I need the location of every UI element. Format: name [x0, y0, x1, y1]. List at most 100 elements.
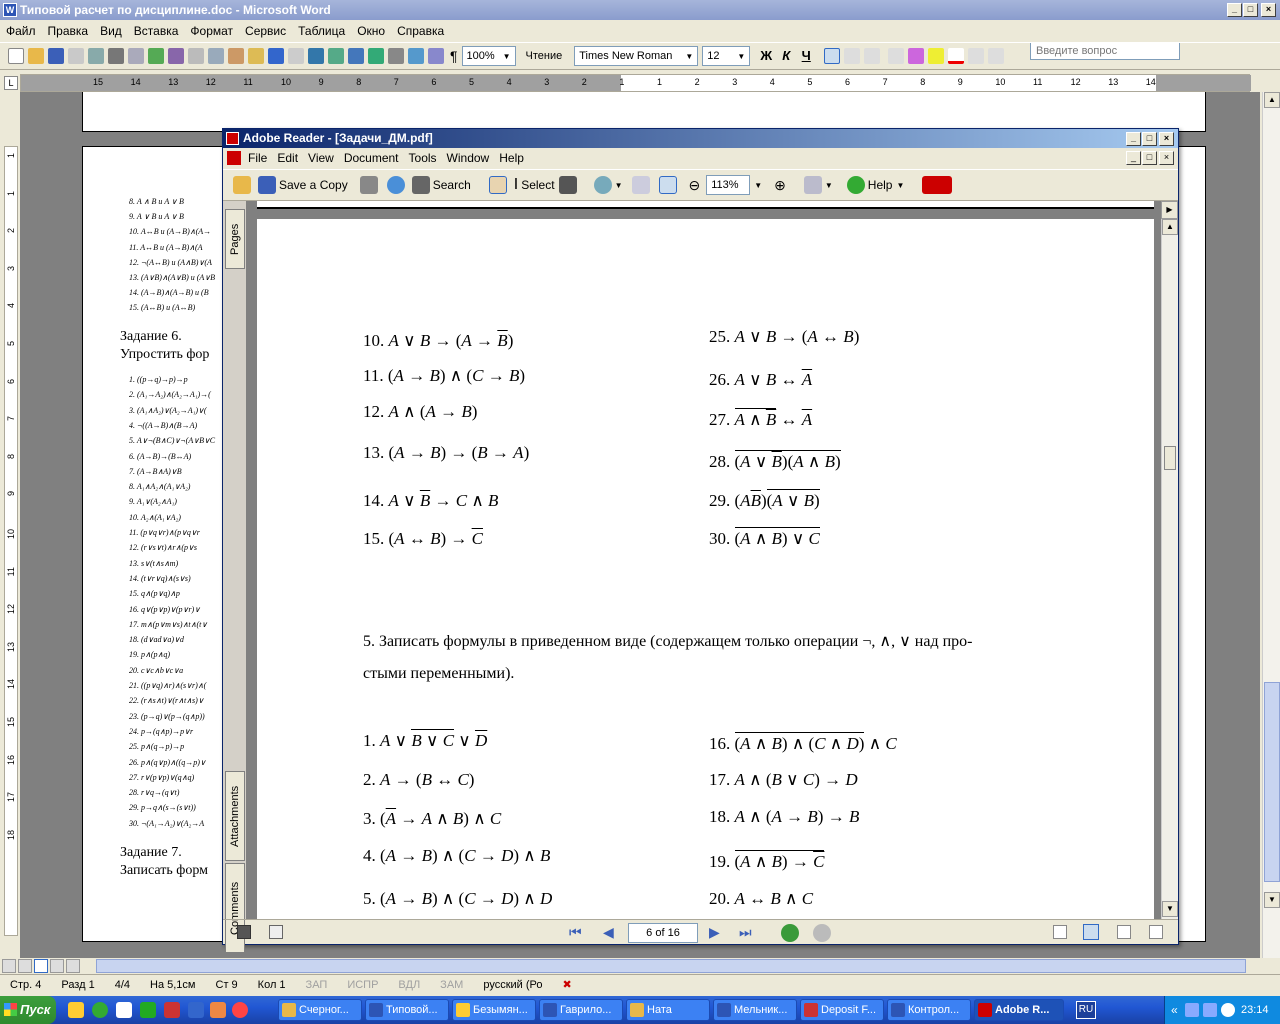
close-button[interactable]: ×	[1261, 3, 1276, 17]
maximize-button[interactable]: □	[1243, 3, 1258, 17]
quicklaunch-icon-6[interactable]	[188, 1002, 204, 1018]
paste-icon[interactable]	[228, 48, 244, 64]
page-number-input[interactable]: 6 of 16	[628, 923, 698, 943]
font-color-icon[interactable]	[948, 48, 965, 64]
bold-button[interactable]: Ж	[756, 46, 776, 66]
menu-edit[interactable]: Правка	[42, 20, 95, 42]
adobe-menu-help[interactable]: Help	[494, 148, 529, 168]
task-adobe-reader[interactable]: Adobe R...	[974, 999, 1064, 1021]
adobe-close-button[interactable]: ×	[1159, 132, 1174, 146]
previous-page-icon[interactable]: ◀	[603, 924, 614, 941]
reading-button[interactable]: Чтение	[526, 50, 563, 62]
email-icon[interactable]	[88, 48, 104, 64]
first-page-icon[interactable]: ⏮	[569, 924, 582, 941]
hand-tool-icon[interactable]	[488, 176, 507, 194]
page-size-icon[interactable]	[269, 925, 283, 939]
menu-file[interactable]: Файл	[0, 20, 42, 42]
show-formatting-icon[interactable]: ¶	[450, 48, 458, 64]
rotate-view-icon[interactable]	[803, 176, 822, 194]
status-trk[interactable]: ИСПР	[337, 975, 388, 995]
continuous-icon[interactable]	[1083, 924, 1099, 940]
status-ext[interactable]: ВДЛ	[388, 975, 430, 995]
fit-page-icon[interactable]	[632, 176, 651, 194]
continuous-facing-icon[interactable]	[1117, 925, 1131, 939]
menu-table[interactable]: Таблица	[292, 20, 351, 42]
clock[interactable]: 23:14	[1241, 996, 1269, 1024]
adobe-maximize-button[interactable]: □	[1142, 132, 1157, 146]
adobe-menu-edit[interactable]: Edit	[272, 148, 303, 168]
menu-insert[interactable]: Вставка	[128, 20, 185, 42]
quicklaunch-icon-3[interactable]	[116, 1002, 132, 1018]
vertical-ruler[interactable]: 1 1 2 3 4 5 6 7 8 9 10 11 12 13 14 15 16 17 18	[0, 96, 20, 954]
scroll-right-arrow[interactable]: ▶	[1161, 201, 1178, 219]
adobe-menu-view[interactable]: View	[303, 148, 339, 168]
doc-restore-button[interactable]: □	[1142, 151, 1157, 165]
menu-view[interactable]: Вид	[94, 20, 128, 42]
attachments-tab[interactable]: Attachments	[225, 771, 245, 861]
new-doc-icon[interactable]	[8, 48, 24, 64]
font-size-select[interactable]: 12 ▼	[702, 46, 751, 66]
quicklaunch-icon-4[interactable]	[140, 1002, 156, 1018]
justify-icon[interactable]	[864, 48, 881, 64]
doc-close-button[interactable]: ×	[1159, 151, 1174, 165]
horizontal-ruler[interactable]: 15 14 13 12 11 10 9 8 7 6 5 4 3 2 1 1 2 3 4 5 6 7 8 9 10 11 12 13 14	[20, 74, 1251, 92]
task-word-doc-4[interactable]: Контрол...	[887, 999, 971, 1021]
volume-icon[interactable]	[1221, 1003, 1235, 1017]
quicklaunch-icon-8[interactable]	[232, 1002, 248, 1018]
network-icon[interactable]	[1185, 1003, 1199, 1017]
go-back-icon[interactable]	[781, 924, 799, 942]
toggle-nav-pane-icon[interactable]	[237, 925, 251, 939]
tray-expand-icon[interactable]: «	[1171, 996, 1178, 1024]
equation-icon[interactable]	[908, 48, 925, 64]
drawing-icon[interactable]	[408, 48, 424, 64]
subscript-icon[interactable]	[988, 48, 1005, 64]
copy-icon[interactable]	[208, 48, 224, 64]
help-button[interactable]: Help ▼	[846, 176, 904, 194]
word-vertical-scrollbar[interactable]: ▲ ▼	[1262, 92, 1280, 958]
task-folder-2[interactable]: Ната	[626, 999, 710, 1021]
numbering-icon[interactable]	[888, 48, 905, 64]
italic-button[interactable]: К	[776, 46, 796, 66]
undo-icon[interactable]	[268, 48, 284, 64]
hyperlink-icon[interactable]	[308, 48, 324, 64]
print-icon[interactable]	[359, 176, 378, 194]
document-map-icon[interactable]	[428, 48, 444, 64]
task-paint[interactable]: Безымян...	[452, 999, 536, 1021]
task-word-doc[interactable]: Типовой...	[365, 999, 449, 1021]
next-page-icon[interactable]: ▶	[709, 924, 720, 941]
quicklaunch-icon-2[interactable]	[92, 1002, 108, 1018]
save-icon[interactable]	[48, 48, 64, 64]
adobe-vertical-scrollbar[interactable]: ▲ ▼	[1161, 201, 1178, 919]
save-copy-button[interactable]: Save a Copy	[258, 176, 348, 194]
menu-window[interactable]: Окно	[351, 20, 391, 42]
minimize-button[interactable]: _	[1227, 3, 1242, 17]
quicklaunch-icon-1[interactable]	[68, 1002, 84, 1018]
start-button[interactable]: Пуск	[0, 996, 56, 1024]
quicklaunch-icon-7[interactable]	[210, 1002, 226, 1018]
facing-icon[interactable]	[1149, 925, 1163, 939]
open-folder-icon[interactable]	[28, 48, 44, 64]
menu-help[interactable]: Справка	[391, 20, 450, 42]
pages-tab[interactable]: Pages	[225, 209, 245, 269]
quicklaunch-icon-5[interactable]	[164, 1002, 180, 1018]
word-app-icon[interactable]: W	[3, 3, 17, 17]
print-icon[interactable]	[108, 48, 124, 64]
redo-icon[interactable]	[288, 48, 304, 64]
menu-format[interactable]: Формат	[184, 20, 239, 42]
last-page-icon[interactable]: ⏭	[739, 924, 752, 941]
print-preview-icon[interactable]	[128, 48, 144, 64]
word-zoom-select[interactable]: 100% ▼	[461, 46, 516, 66]
font-name-select[interactable]: Times New Roman ▼	[574, 46, 699, 66]
zoom-out-icon[interactable]: ⊖	[688, 177, 700, 194]
zoom-in-icon[interactable]: ⊕	[774, 177, 786, 194]
adobe-minimize-button[interactable]: _	[1126, 132, 1141, 146]
spelling-status-icon[interactable]: ✖	[553, 975, 582, 995]
web-view-icon[interactable]	[18, 959, 32, 973]
normal-view-icon[interactable]	[2, 959, 16, 973]
highlight-icon[interactable]	[928, 48, 945, 64]
zoom-in-tool-icon[interactable]	[593, 176, 612, 194]
permission-icon[interactable]	[68, 48, 84, 64]
zoom-dropdown-icon[interactable]: ▼	[754, 181, 762, 190]
adobe-scroll-thumb[interactable]	[1164, 446, 1176, 470]
outline-view-icon[interactable]	[50, 959, 64, 973]
